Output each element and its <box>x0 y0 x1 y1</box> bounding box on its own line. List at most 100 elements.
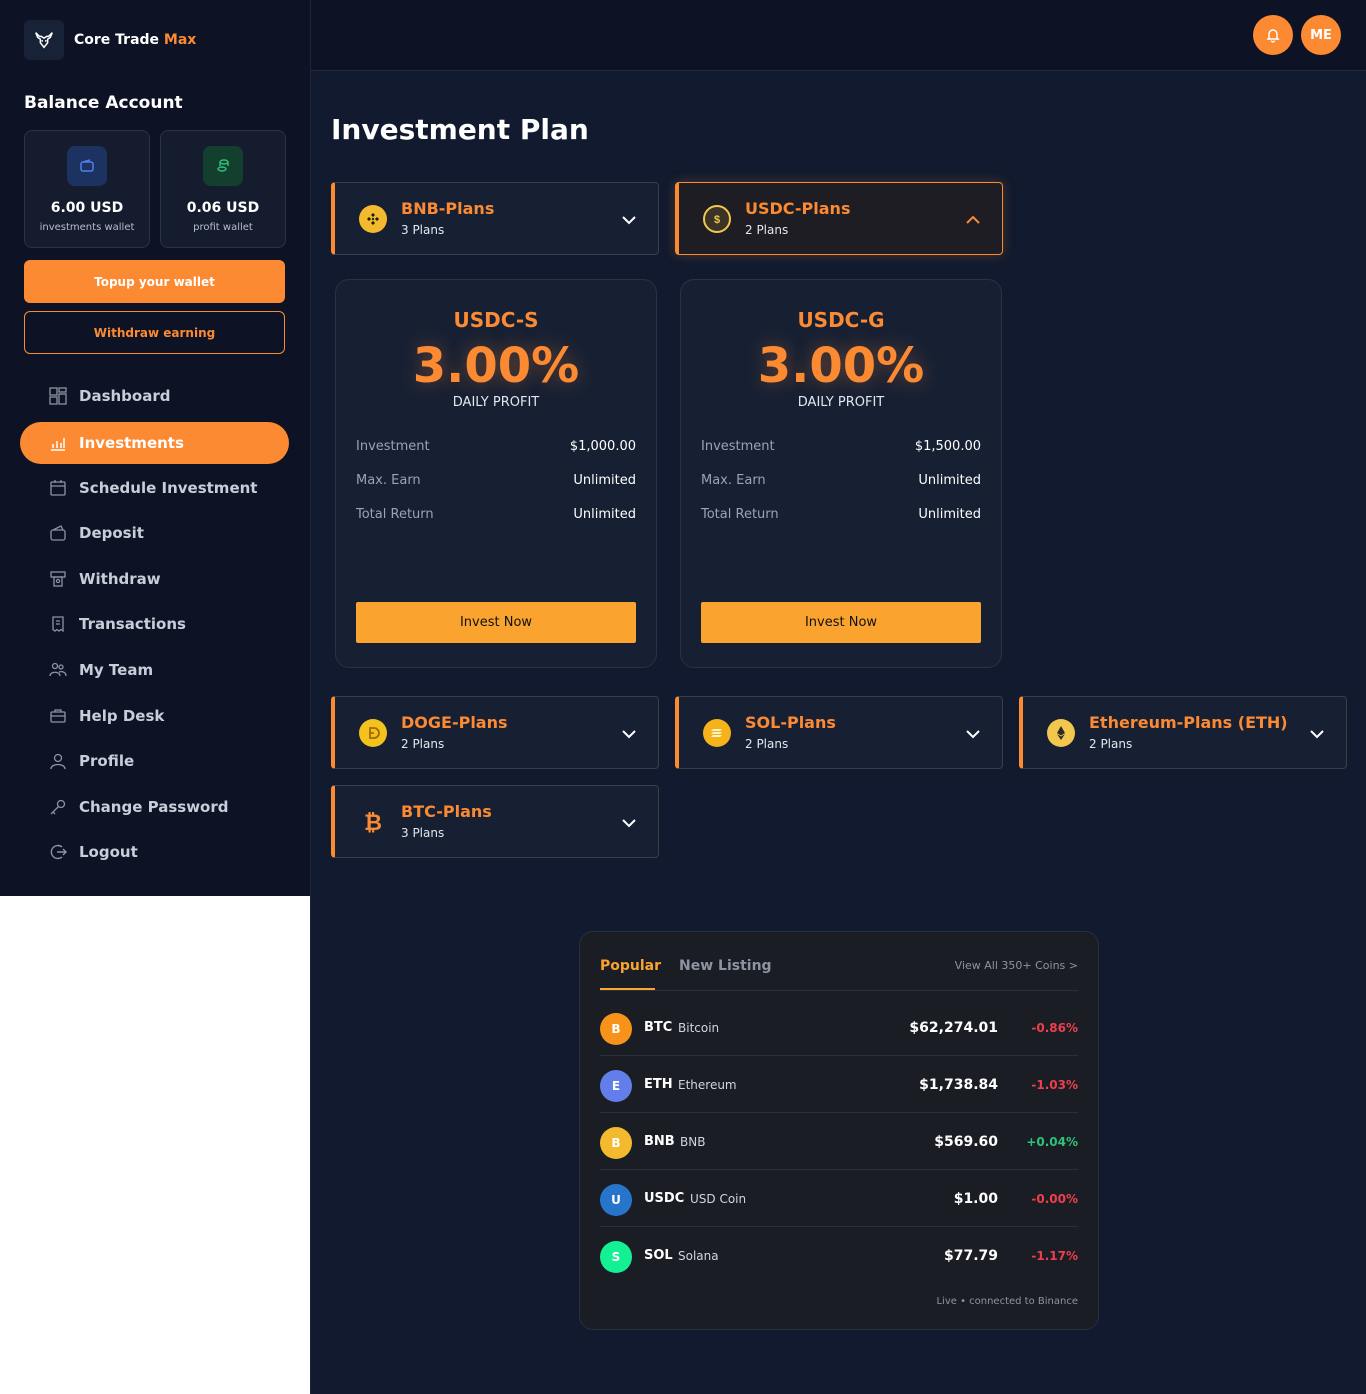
plan-group-eth[interactable]: Ethereum-Plans (ETH) 2 Plans <box>1019 696 1347 769</box>
detail-value: $1,500.00 <box>914 439 981 454</box>
coin-row-btc[interactable]: B BTC Bitcoin $62,274.01 -0.86% <box>600 998 1078 1055</box>
help-desk-icon <box>48 706 68 726</box>
plan-group-usdc[interactable]: $ USDC-Plans 2 Plans <box>675 182 1003 255</box>
detail-key: Max. Earn <box>701 473 766 488</box>
profit-wallet-card: 0.06 USD profit wallet <box>160 130 286 248</box>
plan-group-name: SOL-Plans <box>745 713 836 732</box>
bell-icon <box>1266 29 1280 43</box>
plan-group-name: DOGE-Plans <box>401 713 508 732</box>
coin-name: BNB <box>680 1135 706 1149</box>
balance-account-title: Balance Account <box>24 93 183 113</box>
svg-text:₿: ₿ <box>364 810 382 835</box>
plan-group-sol[interactable]: SOL-Plans 2 Plans <box>675 696 1003 769</box>
coin-price: $1.00 <box>953 1191 998 1207</box>
coin-symbol: USDC <box>644 1191 685 1206</box>
profit-wallet-label: profit wallet <box>193 222 253 233</box>
nav-change-password[interactable]: Change Password <box>20 786 289 828</box>
nav-logout[interactable]: Logout <box>20 831 289 873</box>
chevron-down-icon[interactable] <box>1308 725 1326 743</box>
nav-withdraw[interactable]: Withdraw <box>20 558 289 600</box>
coin-change: +0.04% <box>1026 1135 1078 1149</box>
nav-investments[interactable]: Investments <box>20 422 289 464</box>
plan-group-name: BNB-Plans <box>401 199 495 218</box>
coin-avatar: U <box>600 1184 632 1216</box>
bull-logo-icon[interactable] <box>24 20 64 60</box>
calendar-icon <box>48 478 68 498</box>
main-content: ME Investment Plan BNB-Plans 3 Plans $ U… <box>310 0 1366 1394</box>
nav-dashboard[interactable]: Dashboard <box>20 375 289 417</box>
detail-value: $1,000.00 <box>569 439 636 454</box>
connection-status: Live • connected to Binance <box>936 1296 1078 1307</box>
detail-key: Total Return <box>701 507 779 522</box>
coin-row-sol[interactable]: S SOL Solana $77.79 -1.17% <box>600 1226 1078 1283</box>
chevron-down-icon[interactable] <box>620 211 638 229</box>
nav-help-desk[interactable]: Help Desk <box>20 695 289 737</box>
chevron-up-icon[interactable] <box>964 211 982 229</box>
plan-card-usdc-s: USDC-S 3.00% DAILY PROFIT Investment $1,0… <box>335 279 657 668</box>
coin-change: -1.03% <box>1031 1078 1078 1092</box>
nav-my-team[interactable]: My Team <box>20 649 289 691</box>
brand-name[interactable]: Core Trade Max <box>74 32 196 48</box>
nav-deposit[interactable]: Deposit <box>20 512 289 554</box>
page-title: Investment Plan <box>331 113 589 146</box>
detail-value: Unlimited <box>573 473 636 488</box>
nav-schedule-investment[interactable]: Schedule Investment <box>20 467 289 509</box>
coin-price: $1,738.84 <box>919 1077 998 1093</box>
coin-avatar: B <box>600 1013 632 1045</box>
nav-schedule-investment-label: Schedule Investment <box>79 479 258 497</box>
coin-name: USD Coin <box>690 1192 747 1206</box>
detail-key: Max. Earn <box>356 473 421 488</box>
detail-key: Investment <box>701 439 775 454</box>
nav-profile[interactable]: Profile <box>20 740 289 782</box>
brand-name-accent: Max <box>163 32 197 48</box>
nav-profile-label: Profile <box>79 752 135 770</box>
coin-row-usdc[interactable]: U USDC USD Coin $1.00 -0.00% <box>600 1169 1078 1226</box>
nav-withdraw-label: Withdraw <box>79 570 161 588</box>
nav-deposit-label: Deposit <box>79 524 144 542</box>
market-widget: Popular New Listing View All 350+ Coins … <box>579 931 1099 1330</box>
topup-wallet-button[interactable]: Topup your wallet <box>24 260 285 303</box>
notification-bell-button[interactable] <box>1253 15 1293 55</box>
plan-group-doge[interactable]: DOGE-Plans 2 Plans <box>331 696 659 769</box>
coin-name: Solana <box>678 1249 719 1263</box>
plan-group-count: 3 Plans <box>401 826 445 840</box>
nav-investments-label: Investments <box>79 434 184 452</box>
chevron-down-icon[interactable] <box>620 814 638 832</box>
plan-detail-row: Max. Earn Unlimited <box>701 473 981 493</box>
investments-wallet-label: investments wallet <box>39 222 135 233</box>
coin-avatar: B <box>600 1127 632 1159</box>
user-icon <box>48 751 68 771</box>
coin-change: -1.17% <box>1031 1249 1078 1263</box>
top-bar: ME <box>311 0 1366 71</box>
coin-price: $77.79 <box>943 1248 998 1264</box>
coin-avatar: E <box>600 1070 632 1102</box>
team-icon <box>48 660 68 680</box>
tab-new-listing[interactable]: New Listing <box>679 958 772 974</box>
chevron-down-icon[interactable] <box>620 725 638 743</box>
view-all-coins-link[interactable]: View All 350+ Coins > <box>955 959 1078 972</box>
invest-now-button[interactable]: Invest Now <box>701 602 981 643</box>
coin-symbol: ETH <box>644 1077 673 1092</box>
wallet-icon <box>67 146 107 186</box>
coin-row-eth[interactable]: E ETH Ethereum $1,738.84 -1.03% <box>600 1055 1078 1112</box>
usdc-coin-icon: $ <box>703 205 731 233</box>
invest-now-button[interactable]: Invest Now <box>356 602 636 643</box>
investments-wallet-card: 6.00 USD investments wallet <box>24 130 150 248</box>
coin-symbol: SOL <box>644 1248 673 1263</box>
coin-avatar: S <box>600 1241 632 1273</box>
chevron-down-icon[interactable] <box>964 725 982 743</box>
nav-transactions[interactable]: Transactions <box>20 603 289 645</box>
coin-row-bnb[interactable]: B BNB BNB $569.60 +0.04% <box>600 1112 1078 1169</box>
tab-popular[interactable]: Popular <box>600 958 661 974</box>
plan-group-bnb[interactable]: BNB-Plans 3 Plans <box>331 182 659 255</box>
withdraw-earning-button[interactable]: Withdraw earning <box>24 311 285 354</box>
nav-change-password-label: Change Password <box>79 798 229 816</box>
receipt-icon <box>48 614 68 634</box>
user-avatar-button[interactable]: ME <box>1301 15 1341 55</box>
detail-value: Unlimited <box>918 473 981 488</box>
plan-group-btc[interactable]: ₿ BTC-Plans 3 Plans <box>331 785 659 858</box>
plan-rate-label: DAILY PROFIT <box>452 395 540 410</box>
doge-coin-icon <box>359 719 387 747</box>
nav-my-team-label: My Team <box>79 661 154 679</box>
plan-detail-row: Total Return Unlimited <box>356 507 636 527</box>
